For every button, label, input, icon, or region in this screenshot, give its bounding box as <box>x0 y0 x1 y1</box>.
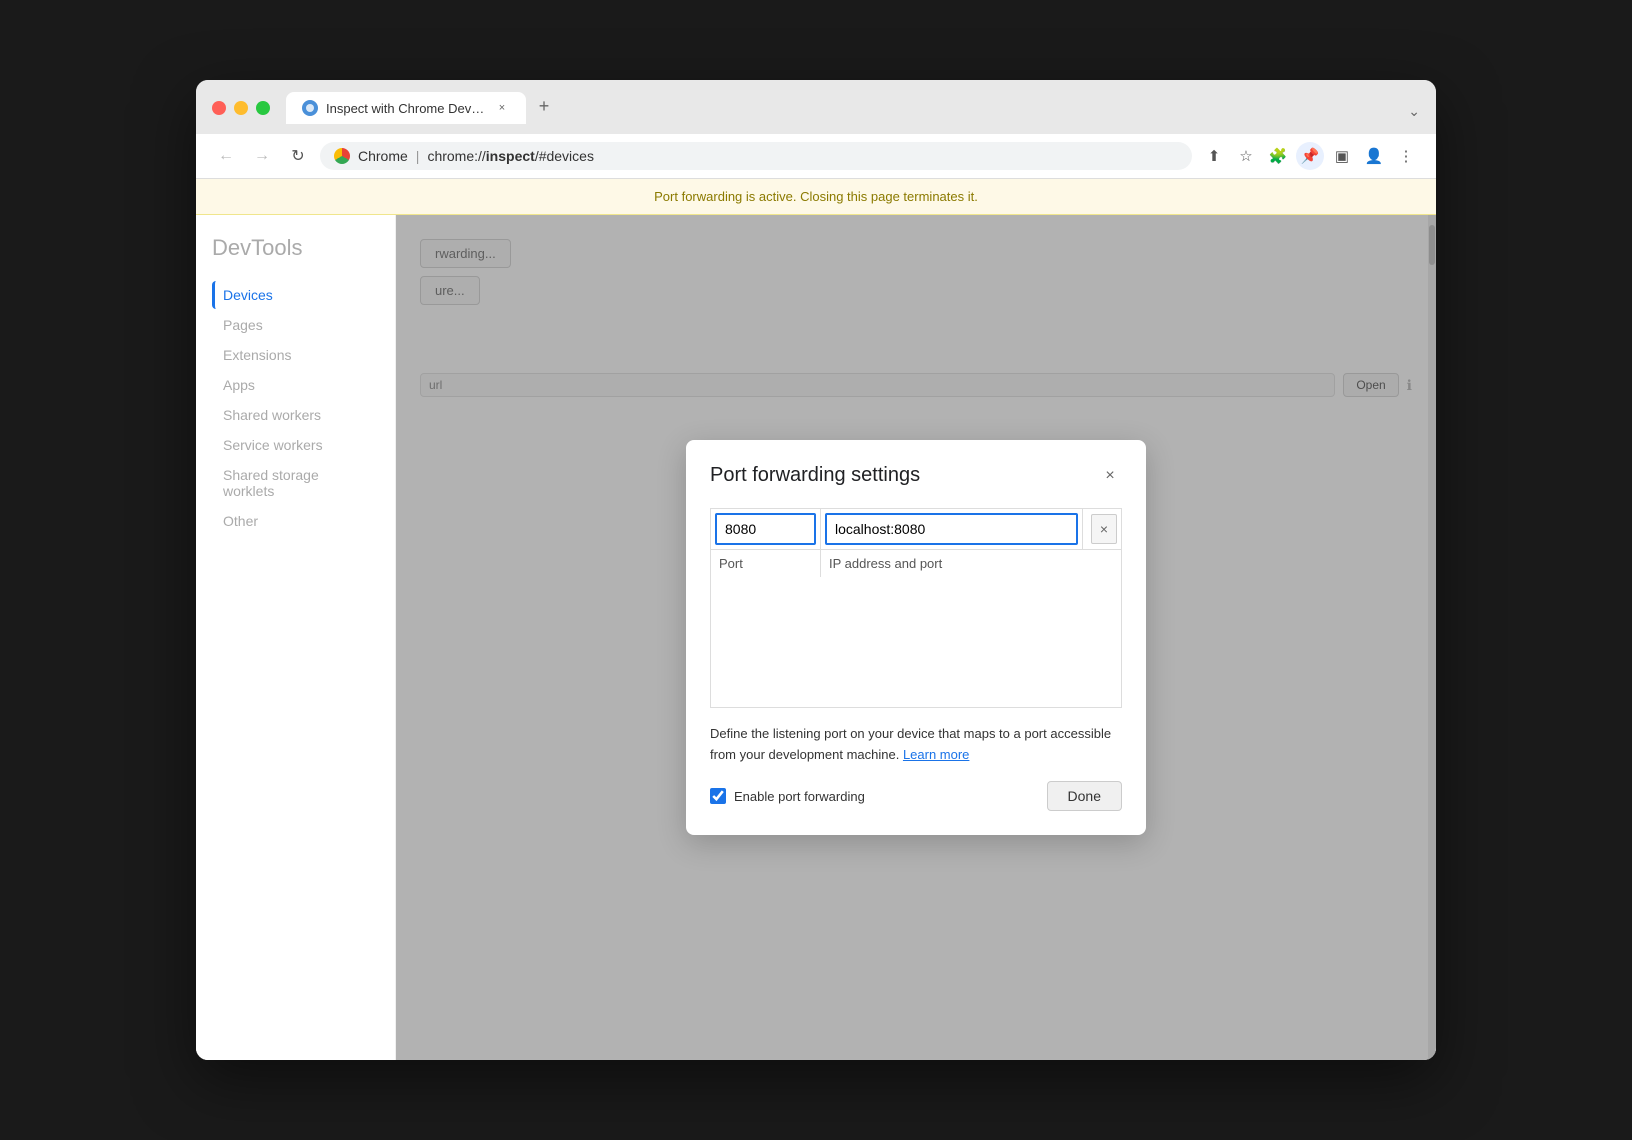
sidebar-nav: Devices Pages Extensions Apps Shared wor… <box>212 281 379 535</box>
port-forwarding-settings-modal: Port forwarding settings × <box>686 440 1146 836</box>
sidebar-item-shared-storage-worklets[interactable]: Shared storage worklets <box>212 461 379 505</box>
menu-button[interactable]: ⋮ <box>1392 142 1420 170</box>
share-icon: ⬆ <box>1208 147 1221 165</box>
puzzle-icon: 🧩 <box>1269 147 1288 165</box>
sidebar: DevTools Devices Pages Extensions Apps S… <box>196 215 396 1060</box>
modal-footer: Enable port forwarding Done <box>710 781 1122 811</box>
bookmark-button[interactable]: ☆ <box>1232 142 1260 170</box>
modal-overlay: Port forwarding settings × <box>396 215 1436 1060</box>
address-header: IP address and port <box>821 550 1121 577</box>
forward-icon: → <box>254 147 270 165</box>
site-icon <box>334 148 350 164</box>
pin-icon: 📌 <box>1301 147 1320 165</box>
address-cell <box>821 509 1083 549</box>
traffic-lights <box>212 101 270 115</box>
navigation-bar: ← → ↻ Chrome | chrome://inspect/#devices… <box>196 134 1436 179</box>
sidebar-item-service-workers[interactable]: Service workers <box>212 431 379 459</box>
port-forwarding-banner: Port forwarding is active. Closing this … <box>196 179 1436 215</box>
reload-icon: ↻ <box>291 146 304 166</box>
main-content: DevTools Devices Pages Extensions Apps S… <box>196 215 1436 1060</box>
banner-text: Port forwarding is active. Closing this … <box>654 189 978 204</box>
modal-header: Port forwarding settings × <box>710 464 1122 488</box>
sidebar-item-devices[interactable]: Devices <box>212 281 379 309</box>
checkbox-label-text: Enable port forwarding <box>734 789 865 804</box>
address-input[interactable] <box>825 513 1078 545</box>
port-input[interactable] <box>715 513 816 545</box>
tab-list-chevron-icon[interactable]: ⌄ <box>1408 103 1420 120</box>
profile-button[interactable]: 👤 <box>1360 142 1388 170</box>
extensions-button[interactable]: 🧩 <box>1264 142 1292 170</box>
port-header-label: Port <box>719 556 743 571</box>
page-content: Port forwarding is active. Closing this … <box>196 179 1436 1060</box>
port-header: Port <box>711 550 821 577</box>
reload-button[interactable]: ↻ <box>284 142 312 170</box>
address-suffix: /#devices <box>535 148 594 164</box>
row-action-cell: × <box>1083 510 1121 548</box>
maximize-window-button[interactable] <box>256 101 270 115</box>
sidebar-item-extensions[interactable]: Extensions <box>212 341 379 369</box>
browser-tab-active[interactable]: Inspect with Chrome Develope × <box>286 92 526 124</box>
tab-close-button[interactable]: × <box>494 100 510 116</box>
sidebar-item-shared-workers[interactable]: Shared workers <box>212 401 379 429</box>
table-header-row: Port IP address and port <box>711 550 1121 577</box>
sidebar-button[interactable]: ▣ <box>1328 142 1356 170</box>
nav-actions: ⬆ ☆ 🧩 📌 ▣ 👤 ⋮ <box>1200 142 1420 170</box>
enable-port-forwarding-label[interactable]: Enable port forwarding <box>710 788 865 804</box>
bookmark-icon: ☆ <box>1239 147 1252 165</box>
forward-button[interactable]: → <box>248 142 276 170</box>
tab-favicon <box>302 100 318 116</box>
done-button[interactable]: Done <box>1047 781 1122 811</box>
more-vert-icon: ⋮ <box>1399 147 1414 165</box>
address-url-label: chrome://inspect/#devices <box>427 148 594 164</box>
address-bar[interactable]: Chrome | chrome://inspect/#devices <box>320 142 1192 170</box>
address-highlight: inspect <box>486 148 535 164</box>
sidebar-item-apps[interactable]: Apps <box>212 371 379 399</box>
sidebar-item-pages[interactable]: Pages <box>212 311 379 339</box>
browser-window: Inspect with Chrome Develope × + ⌄ ← → ↻… <box>196 80 1436 1060</box>
back-icon: ← <box>218 147 234 165</box>
delete-icon: × <box>1100 521 1108 537</box>
address-prefix: chrome:// <box>427 148 485 164</box>
modal-description: Define the listening port on your device… <box>710 724 1122 766</box>
new-tab-button[interactable]: + <box>530 92 558 120</box>
forwarding-rule-row: × <box>711 509 1121 550</box>
share-button[interactable]: ⬆ <box>1200 142 1228 170</box>
modal-close-button[interactable]: × <box>1098 464 1122 488</box>
learn-more-link[interactable]: Learn more <box>903 747 969 762</box>
sidebar-item-other[interactable]: Other <box>212 507 379 535</box>
port-cell <box>711 509 821 549</box>
delete-row-button[interactable]: × <box>1091 514 1117 544</box>
minimize-window-button[interactable] <box>234 101 248 115</box>
profile-icon: 👤 <box>1365 147 1384 165</box>
content-area: rwarding... ure... Open ℹ <box>396 215 1436 1060</box>
address-separator: | <box>416 148 420 164</box>
close-window-button[interactable] <box>212 101 226 115</box>
back-button[interactable]: ← <box>212 142 240 170</box>
address-site-label: Chrome <box>358 148 408 164</box>
address-header-label: IP address and port <box>829 556 942 571</box>
extension-active-button[interactable]: 📌 <box>1296 142 1324 170</box>
title-bar: Inspect with Chrome Develope × + ⌄ <box>196 80 1436 134</box>
modal-title: Port forwarding settings <box>710 464 920 487</box>
tab-bar: Inspect with Chrome Develope × + ⌄ <box>286 92 1420 124</box>
title-bar-top: Inspect with Chrome Develope × + ⌄ <box>212 92 1420 124</box>
sidebar-title: DevTools <box>212 235 379 261</box>
tab-title: Inspect with Chrome Develope <box>326 101 486 116</box>
sidebar-icon: ▣ <box>1335 147 1349 165</box>
forwarding-rules-table: × Port IP address and port <box>710 508 1122 708</box>
enable-port-forwarding-checkbox[interactable] <box>710 788 726 804</box>
